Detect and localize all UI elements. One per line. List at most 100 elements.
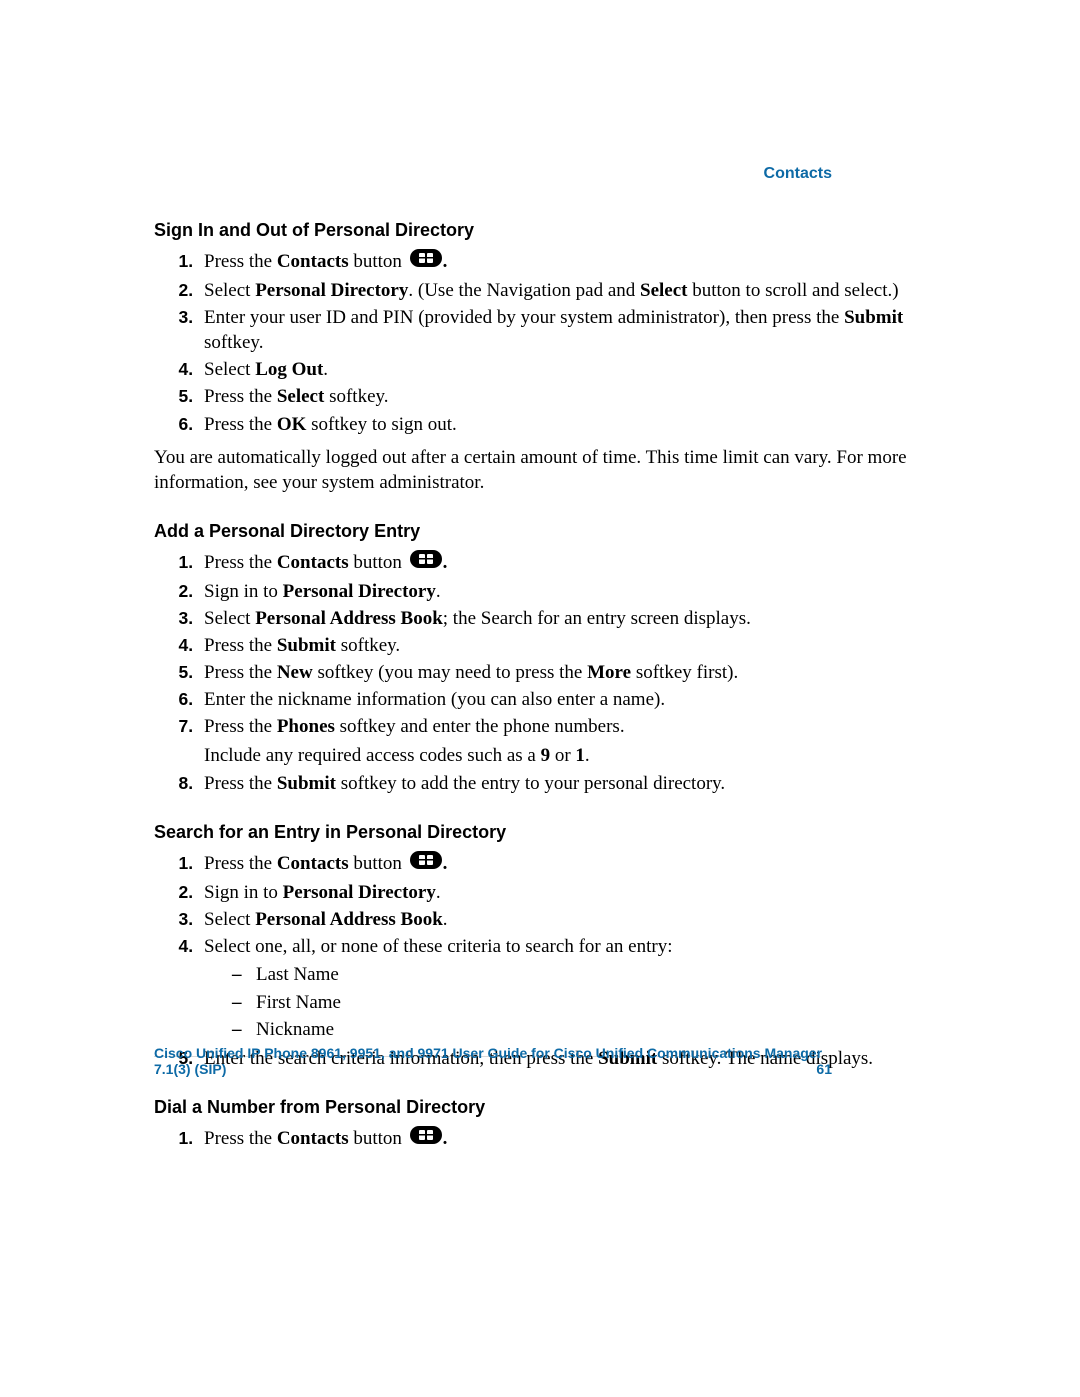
step-bold: Contacts [277, 251, 349, 272]
step-text: Press the [204, 716, 277, 737]
step-item: Press the Contacts button . [198, 249, 940, 276]
step-text: Enter the nickname information (you can … [204, 689, 665, 710]
step-text: button [349, 552, 407, 573]
step-item: Press the Contacts button . [198, 550, 940, 577]
step-text: Press the [204, 552, 277, 573]
criteria-item: Nickname [256, 1016, 940, 1044]
step-text: Press the [204, 386, 277, 407]
step-text: . [436, 882, 441, 903]
step-text: softkey (you may need to press the [313, 662, 587, 683]
step-item: Press the Submit softkey to add the entr… [198, 771, 940, 796]
step-item: Select one, all, or none of these criter… [198, 934, 940, 1044]
contacts-button-icon [409, 1125, 443, 1152]
step-text: Select [204, 608, 255, 629]
step-text: Enter your user ID and PIN (provided by … [204, 307, 844, 328]
step-item: Select Log Out. [198, 357, 940, 382]
step-item: Select Personal Directory. (Use the Navi… [198, 278, 940, 303]
step-list: Press the Contacts button .Select Person… [154, 249, 940, 437]
step-text: button [349, 1128, 407, 1149]
criteria-item: Last Name [256, 961, 940, 989]
document-page: Contacts Sign In and Out of Personal Dir… [0, 0, 1080, 1397]
step-bold: Personal Address Book [255, 608, 443, 629]
step-text: softkey and enter the phone numbers. [335, 716, 625, 737]
step-text: Select [204, 280, 255, 301]
step-text: or [550, 745, 575, 766]
footer-page-number: 61 [816, 1061, 832, 1077]
step-item: Select Personal Address Book. [198, 907, 940, 932]
step-text: softkey. [336, 635, 400, 656]
step-text: Press the [204, 251, 277, 272]
contacts-button-icon [409, 549, 443, 576]
step-bold: Submit [277, 773, 336, 794]
step-bold: Contacts [277, 1128, 349, 1149]
step-item: Press the Phones softkey and enter the p… [198, 714, 940, 768]
step-text: button [349, 853, 407, 874]
step-bold: Select [277, 386, 324, 407]
page-header-label: Contacts [764, 165, 832, 183]
step-text: Sign in to [204, 581, 283, 602]
step-item: Press the Submit softkey. [198, 633, 940, 658]
step-bold: . [443, 1128, 448, 1149]
step-bold: Submit [844, 307, 903, 328]
criteria-item: First Name [256, 989, 940, 1017]
step-bold: Personal Directory [283, 882, 436, 903]
step-item: Sign in to Personal Directory. [198, 880, 940, 905]
step-text: Select one, all, or none of these criter… [204, 936, 672, 957]
section-heading: Search for an Entry in Personal Director… [154, 822, 940, 843]
step-bold: Personal Directory [255, 280, 408, 301]
step-bold: Contacts [277, 853, 349, 874]
section-heading: Sign In and Out of Personal Directory [154, 220, 940, 241]
step-text: . [585, 745, 590, 766]
step-text: . [436, 581, 441, 602]
step-subtext: Include any required access codes such a… [204, 743, 940, 768]
step-bold: Log Out [255, 359, 323, 380]
contacts-button-icon [409, 248, 443, 275]
step-text: button [349, 251, 407, 272]
step-text: . [443, 909, 448, 930]
step-text: Press the [204, 1128, 277, 1149]
step-bold: New [277, 662, 313, 683]
step-item: Select Personal Address Book; the Search… [198, 606, 940, 631]
step-text: Press the [204, 635, 277, 656]
step-bold: Select [640, 280, 687, 301]
step-text: softkey to sign out. [306, 414, 456, 435]
step-list: Press the Contacts button .Sign in to Pe… [154, 550, 940, 796]
step-bold: Personal Address Book [255, 909, 443, 930]
step-item: Press the OK softkey to sign out. [198, 412, 940, 437]
step-text: ; the Search for an entry screen display… [443, 608, 751, 629]
step-item: Press the Contacts button . [198, 851, 940, 878]
step-bold: Personal Directory [283, 581, 436, 602]
step-item: Press the New softkey (you may need to p… [198, 660, 940, 685]
footer-title: Cisco Unified IP Phone 8961, 9951, and 9… [154, 1045, 822, 1077]
step-bold: Contacts [277, 552, 349, 573]
step-item: Press the Select softkey. [198, 384, 940, 409]
step-text: Press the [204, 853, 277, 874]
step-text: softkey. [324, 386, 388, 407]
step-text: Press the [204, 662, 277, 683]
section-note: You are automatically logged out after a… [154, 445, 940, 495]
step-text: button to scroll and select.) [688, 280, 899, 301]
step-item: Enter your user ID and PIN (provided by … [198, 305, 940, 355]
step-text: . [323, 359, 328, 380]
step-bold: . [443, 552, 448, 573]
step-list: Press the Contacts button .Sign in to Pe… [154, 851, 940, 1071]
step-bold: . [443, 251, 448, 272]
step-text: Press the [204, 773, 277, 794]
page-content: Sign In and Out of Personal Directory Pre… [154, 220, 940, 1153]
step-bold: Submit [277, 635, 336, 656]
section-heading: Dial a Number from Personal Directory [154, 1097, 940, 1118]
step-text: softkey to add the entry to your persona… [336, 773, 725, 794]
step-item: Press the Contacts button . [198, 1126, 940, 1153]
step-text: Press the [204, 414, 277, 435]
step-text: softkey. [204, 332, 263, 353]
step-text: Sign in to [204, 882, 283, 903]
step-item: Sign in to Personal Directory. [198, 579, 940, 604]
step-bold: . [443, 853, 448, 874]
step-bold: 1 [575, 745, 585, 766]
step-bold: OK [277, 414, 307, 435]
step-text: softkey first). [631, 662, 738, 683]
step-text: . (Use the Navigation pad and [408, 280, 640, 301]
step-text: Select [204, 909, 255, 930]
step-item: Enter the nickname information (you can … [198, 687, 940, 712]
page-footer: Cisco Unified IP Phone 8961, 9951, and 9… [0, 1045, 1080, 1077]
